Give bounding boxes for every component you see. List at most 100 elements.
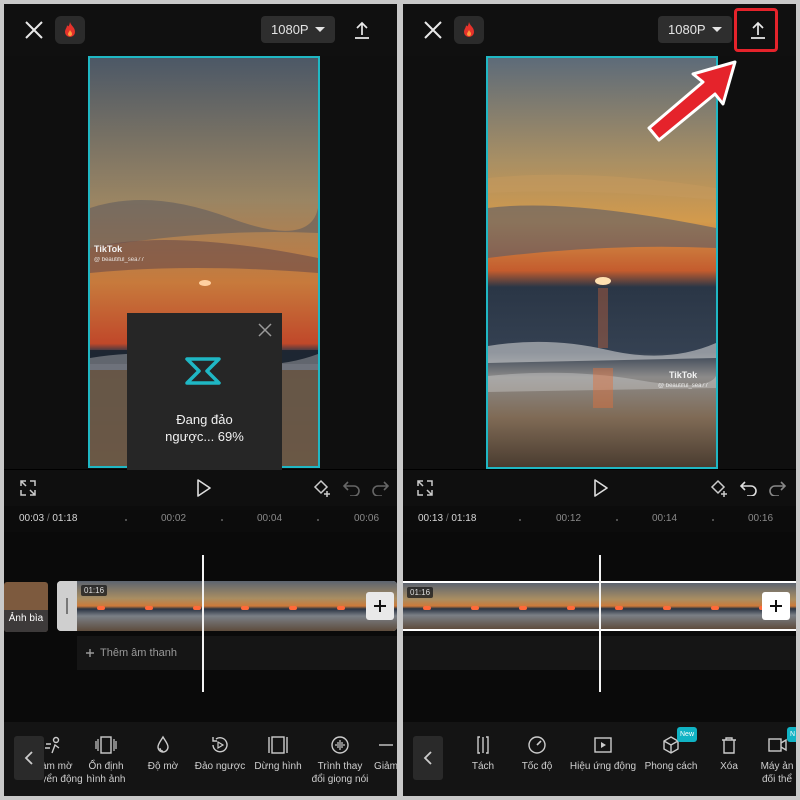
- play-button[interactable]: [192, 476, 216, 500]
- reduce-icon: [379, 744, 393, 746]
- tool-label: Máy ản: [760, 761, 794, 772]
- caret-down-icon: [314, 27, 325, 32]
- tiktok-brand: TikTok: [668, 370, 698, 380]
- stabilize-icon: [95, 736, 117, 754]
- clip-duration: 01:16: [81, 585, 108, 596]
- clip-frame-sun: [337, 606, 345, 610]
- undo-button[interactable]: [340, 476, 364, 500]
- clip-frame-sun: [193, 606, 201, 610]
- clip-frame-thumbnail: [643, 583, 692, 629]
- fullscreen-button[interactable]: [16, 476, 40, 500]
- resolution-selector[interactable]: 1080P: [261, 16, 335, 43]
- total-time: 01:18: [451, 513, 477, 524]
- tool-label: Ổn định: [88, 761, 124, 772]
- keyframe-add-icon: [710, 479, 727, 497]
- pro-button[interactable]: [454, 16, 484, 44]
- right-screenshot-panel: 1080P TikTok @ beautiful_sea77 00:13 / 0…: [403, 4, 796, 796]
- add-clip-button[interactable]: [366, 592, 394, 620]
- tiktok-watermark: TikTok @ beautiful_sea77: [94, 244, 144, 264]
- timeline: 01:16: [403, 532, 796, 722]
- tool-label: đối thể: [761, 774, 793, 785]
- redo-button[interactable]: [368, 476, 392, 500]
- close-button[interactable]: [22, 18, 46, 42]
- tool-animation[interactable]: Hiệu ứng động: [566, 735, 640, 773]
- tiktok-brand: TikTok: [94, 244, 123, 254]
- clip-frame-thumbnail: [173, 581, 222, 631]
- ruler-tick: 00:14: [652, 513, 678, 524]
- camera-icon: [768, 738, 787, 752]
- reverse-progress-dialog: Đang đảo ngược... 69%: [127, 313, 282, 471]
- cover-thumbnail[interactable]: Ảnh bìa: [4, 582, 48, 632]
- fullscreen-icon: [20, 480, 36, 496]
- clip-frame-thumbnail: [691, 583, 740, 629]
- undo-icon: [740, 481, 757, 496]
- clip-frame-sun: [241, 606, 249, 610]
- clip-frames: [77, 581, 397, 631]
- tool-label: Giảm: [374, 761, 397, 772]
- ruler-tick: 00:02: [161, 513, 187, 524]
- tool-camera[interactable]: N Máy ản đối thể: [747, 727, 796, 786]
- cover-image: [4, 582, 48, 632]
- close-button[interactable]: [421, 18, 445, 42]
- current-time: 00:13: [418, 513, 444, 524]
- plus-icon: [374, 600, 386, 612]
- split-icon: [477, 736, 489, 754]
- playhead[interactable]: [599, 555, 601, 692]
- tool-label: đổi giọng nói: [311, 774, 369, 785]
- ruler-dot: [616, 519, 618, 521]
- fullscreen-icon: [417, 480, 433, 496]
- redo-button[interactable]: [765, 476, 789, 500]
- play-icon: [594, 479, 608, 497]
- left-screenshot-panel: 1080P TikTok @ beautiful_sea77 Đang đảo …: [4, 4, 397, 796]
- keyframe-add-icon: [313, 479, 330, 497]
- video-clip-track[interactable]: 01:16: [57, 581, 397, 631]
- play-button[interactable]: [589, 476, 613, 500]
- clip-duration: 01:16: [407, 587, 434, 598]
- trim-grip: [66, 598, 68, 614]
- pro-button[interactable]: [55, 16, 85, 44]
- tool-freeze[interactable]: Dừng hình: [244, 735, 312, 773]
- ruler-tick: 00:16: [748, 513, 774, 524]
- chevron-left-icon: [423, 751, 432, 765]
- trim-handle-left[interactable]: [57, 581, 77, 631]
- ruler-dot: [317, 519, 319, 521]
- red-arrow-icon: [647, 60, 737, 142]
- add-audio-button[interactable]: Thêm âm thanh: [77, 636, 397, 670]
- redo-icon: [769, 481, 786, 496]
- resolution-selector[interactable]: 1080P: [658, 16, 732, 43]
- fullscreen-button[interactable]: [413, 476, 437, 500]
- timecode: 00:13 / 01:18: [418, 513, 477, 524]
- tool-speed[interactable]: Tốc độ: [503, 735, 571, 773]
- time-ruler: 00:03 / 01:18 00:02 00:04 00:06: [4, 506, 397, 532]
- resolution-label: 1080P: [668, 22, 706, 37]
- edit-toolbar: Làm mờ chuyển động Ổn định hình ảnh Độ m…: [4, 722, 397, 796]
- tool-reduce[interactable]: Giảm: [356, 735, 397, 773]
- close-icon[interactable]: [258, 323, 272, 337]
- playhead[interactable]: [202, 555, 204, 692]
- tool-label: Xóa: [720, 761, 738, 772]
- clip-frame-thumbnail: [547, 583, 596, 629]
- ruler-tick: 00:12: [556, 513, 582, 524]
- tool-label: Hiệu ứng động: [569, 761, 637, 772]
- clip-frame-sun: [519, 606, 527, 610]
- clip-frame-sun: [615, 606, 623, 610]
- back-button[interactable]: [413, 736, 443, 780]
- tiktok-username: @ beautiful_sea77: [658, 383, 709, 390]
- back-button[interactable]: [14, 736, 44, 780]
- clip-frame-sun: [711, 606, 719, 610]
- tool-label: Dừng hình: [254, 761, 302, 772]
- export-button[interactable]: [346, 14, 378, 46]
- tiktok-watermark: TikTok @ beautiful_sea77: [658, 370, 708, 390]
- tool-label: Độ mờ: [147, 761, 179, 772]
- keyframe-button[interactable]: [707, 476, 731, 500]
- add-clip-button[interactable]: [762, 592, 790, 620]
- top-bar: 1080P: [4, 4, 397, 56]
- ruler-tick: 00:06: [354, 513, 380, 524]
- tool-label: Đảo ngược: [194, 761, 246, 772]
- redo-icon: [372, 481, 389, 496]
- keyframe-button[interactable]: [310, 476, 334, 500]
- undo-button[interactable]: [737, 476, 761, 500]
- opacity-drop-icon: [157, 735, 169, 753]
- clip-frame-thumbnail: [317, 581, 366, 631]
- clip-frame-sun: [567, 606, 575, 610]
